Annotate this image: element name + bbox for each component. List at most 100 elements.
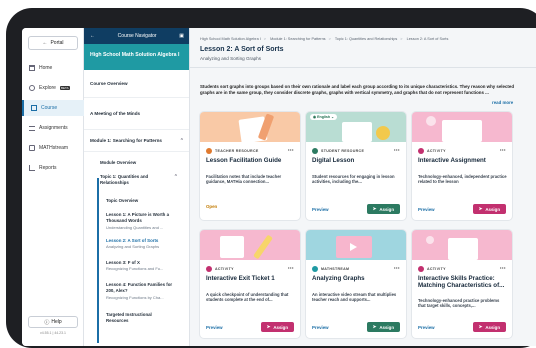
read-more-link[interactable]: read more — [492, 100, 513, 105]
rail-item-reports[interactable]: Reports — [22, 160, 84, 176]
resource-card[interactable]: ACTIVITY ⋯ Interactive Skills Practice: … — [412, 230, 512, 338]
nav-item-label: Course Overview — [90, 81, 128, 86]
nav-item-label: Targeted Instructional Resources — [106, 312, 152, 323]
rail-item-explore[interactable]: Explore BETA — [22, 80, 84, 96]
activity-icon — [418, 147, 424, 154]
nav-item-targeted-resources[interactable]: Targeted Instructional Resources — [84, 312, 180, 324]
preview-link[interactable]: Preview — [206, 325, 223, 330]
nav-item-label: Topic Overview — [106, 198, 139, 203]
assign-button[interactable]: ➤ Assign — [260, 322, 294, 332]
search-icon — [29, 85, 35, 91]
preview-link[interactable]: Preview — [312, 325, 329, 330]
card-banner — [200, 230, 300, 260]
breadcrumb-item[interactable]: Module 1: Searching for Patterns — [270, 37, 326, 41]
page-subtitle: Analyzing and Sorting Graphs — [200, 56, 262, 61]
more-options-icon[interactable]: ⋯ — [394, 265, 400, 272]
more-options-icon[interactable]: ⋯ — [500, 147, 506, 154]
card-description: Technology-enhanced practice problems th… — [418, 298, 500, 309]
nav-item-topic-1[interactable]: Topic 1: Quantities and Relationships ⌃ — [84, 174, 184, 186]
assign-label: Assign — [485, 206, 500, 212]
collapse-panel-icon[interactable]: ▣ — [179, 33, 184, 39]
nav-item-label: Module Overview — [100, 160, 137, 165]
card-description: Facilitation notes that include teacher … — [206, 174, 282, 185]
list-icon — [29, 125, 35, 131]
language-badge[interactable]: ◉ English ⌄ — [310, 114, 338, 120]
card-footer: Open — [206, 204, 294, 209]
breadcrumb: High School Math Solution Algebra I > Mod… — [200, 37, 449, 41]
more-options-icon[interactable]: ⋯ — [288, 265, 294, 272]
beta-badge: BETA — [59, 86, 70, 90]
resource-card[interactable]: MATHSTREAM ⋯ Analyzing Graphs An interac… — [306, 230, 406, 338]
chart-icon — [29, 165, 35, 171]
assign-button[interactable]: ➤ Assign — [366, 204, 400, 214]
nav-item-subtitle: Recognizing Functions by Cha... — [106, 295, 164, 300]
nav-item-lesson-3[interactable]: Lesson 3: F of X Recognizing Functions a… — [84, 260, 189, 271]
card-title: Analyzing Graphs — [312, 275, 365, 282]
rail-item-course[interactable]: Course — [22, 100, 84, 116]
portal-button[interactable]: ← Portal — [28, 36, 78, 50]
nav-item-module-overview[interactable]: Module Overview — [84, 160, 189, 165]
preview-link[interactable]: Preview — [312, 207, 329, 212]
back-arrow-icon[interactable]: ← — [90, 33, 95, 39]
rail-item-label: Explore — [39, 85, 56, 91]
rail-item-home[interactable]: Home — [22, 60, 84, 76]
home-icon — [29, 65, 35, 71]
rail-item-label: Assignments — [39, 125, 68, 131]
assign-button[interactable]: ➤ Assign — [472, 322, 506, 332]
preview-link[interactable]: Preview — [418, 325, 435, 330]
open-link[interactable]: Open — [206, 204, 217, 209]
nav-item-lesson-2[interactable]: Lesson 2: A Sort of Sorts Analyzing and … — [84, 238, 189, 249]
card-type-row: MATHSTREAM ⋯ — [312, 265, 400, 272]
course-title[interactable]: High School Math Solution Algebra I — [84, 44, 189, 70]
nav-item-label: Lesson 4: Function Families for 200, Ale… — [106, 282, 173, 293]
card-description: Technology-enhanced, independent practic… — [418, 174, 507, 185]
rail-item-assignments[interactable]: Assignments — [22, 120, 84, 136]
assign-label: Assign — [379, 324, 394, 330]
breadcrumb-item[interactable]: High School Math Solution Algebra I — [200, 37, 261, 41]
activity-icon — [418, 265, 424, 272]
card-type-row: ACTIVITY ⋯ — [418, 147, 506, 154]
resource-card[interactable]: ◉ English ⌄ STUDENT RESOURCE ⋯ Digital L… — [306, 112, 406, 220]
card-description: Student resources for engaging in lesson… — [312, 174, 395, 185]
nav-item-meeting-of-minds[interactable]: A Meeting of the Minds — [84, 98, 189, 130]
card-description: An interactive video stream that multipl… — [312, 292, 397, 303]
navigator-header: ← Course Navigator ▣ — [84, 28, 189, 44]
help-button[interactable]: ⓘ Help — [28, 316, 78, 328]
resource-card[interactable]: TEACHER RESOURCE ⋯ Lesson Facilitation G… — [200, 112, 300, 220]
card-type-row: ACTIVITY ⋯ — [418, 265, 506, 272]
card-type-row: TEACHER RESOURCE ⋯ — [206, 147, 294, 154]
back-arrow-icon: ← — [42, 40, 48, 46]
card-type: ACTIVITY — [427, 266, 446, 271]
nav-item-subtitle: Analyzing and Sorting Graphs — [106, 244, 160, 249]
nav-item-label: A Meeting of the Minds — [90, 111, 141, 116]
more-options-icon[interactable]: ⋯ — [288, 147, 294, 154]
help-label: Help — [51, 319, 62, 325]
more-options-icon[interactable]: ⋯ — [500, 265, 506, 272]
nav-item-module-1[interactable]: Module 1: Searching for Patterns ⌃ — [84, 130, 189, 152]
card-type-row: STUDENT RESOURCE ⋯ — [312, 147, 400, 154]
nav-item-course-overview[interactable]: Course Overview — [84, 70, 189, 98]
rail-item-label: MATHstream — [39, 145, 69, 151]
card-title: Interactive Skills Practice: Matching Ch… — [418, 275, 505, 289]
header-divider — [190, 67, 536, 68]
activity-icon — [206, 265, 212, 272]
resource-card[interactable]: ACTIVITY ⋯ Interactive Exit Ticket 1 A q… — [200, 230, 300, 338]
card-banner — [412, 230, 512, 260]
nav-item-lesson-4[interactable]: Lesson 4: Function Families for 200, Ale… — [84, 282, 186, 301]
card-type: TEACHER RESOURCE — [215, 148, 259, 153]
breadcrumb-item[interactable]: Topic 1: Quantities and Relationships — [335, 37, 397, 41]
teacher-resource-icon — [206, 147, 212, 154]
card-footer: Preview ➤ Assign — [312, 322, 400, 332]
nav-item-label: Topic 1: Quantities and Relationships — [100, 174, 149, 185]
nav-item-lesson-1[interactable]: Lesson 1: A Picture is Worth a Thousand … — [84, 212, 186, 231]
assign-button[interactable]: ➤ Assign — [366, 322, 400, 332]
navigator-title: Course Navigator — [117, 33, 157, 39]
resource-card[interactable]: ACTIVITY ⋯ Interactive Assignment Techno… — [412, 112, 512, 220]
card-banner — [412, 112, 512, 142]
assign-button[interactable]: ➤ Assign — [472, 204, 506, 214]
more-options-icon[interactable]: ⋯ — [394, 147, 400, 154]
rail-item-mathstream[interactable]: MATHstream — [22, 140, 84, 156]
nav-item-topic-overview[interactable]: Topic Overview — [84, 198, 189, 203]
card-description: A quick checkpoint of understanding that… — [206, 292, 289, 303]
preview-link[interactable]: Preview — [418, 207, 435, 212]
